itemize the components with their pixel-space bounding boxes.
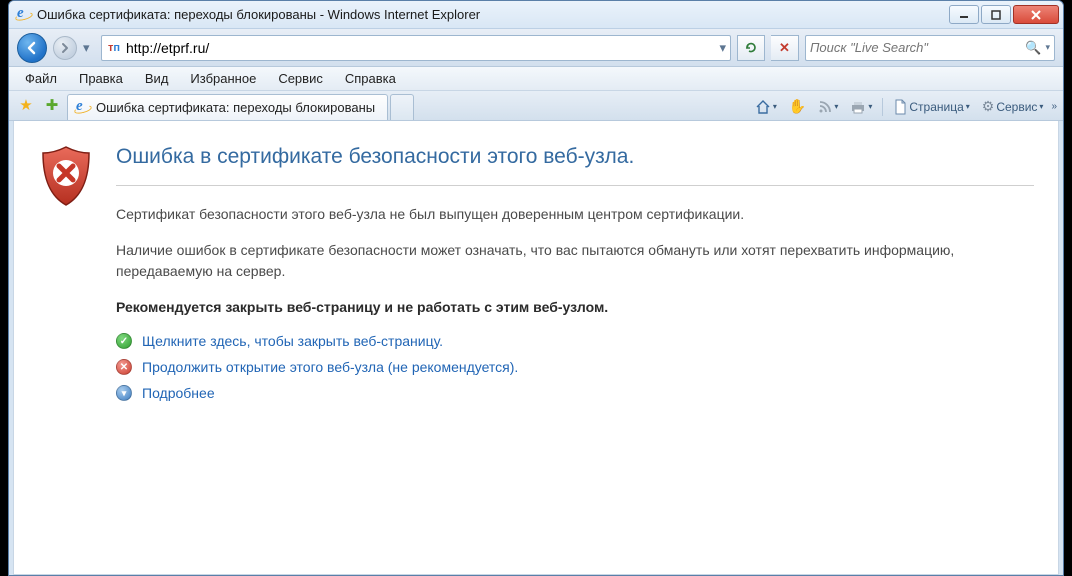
menu-favorites[interactable]: Избранное — [180, 69, 266, 88]
close-page-action: ✓ Щелкните здесь, чтобы закрыть веб-стра… — [116, 333, 1034, 349]
browser-tab[interactable]: Ошибка сертификата: переходы блокированы — [67, 94, 388, 120]
shield-error-icon — [38, 145, 94, 207]
menu-help[interactable]: Справка — [335, 69, 406, 88]
menu-bar: Файл Правка Вид Избранное Сервис Справка — [9, 67, 1063, 91]
url-input[interactable] — [126, 40, 715, 56]
hand-tool-button[interactable]: ✋ — [785, 96, 810, 117]
divider — [116, 185, 1034, 186]
tools-menu[interactable]: ⚙ Сервис ▾ — [978, 96, 1048, 117]
gear-icon: ⚙ — [982, 98, 995, 115]
search-box: 🔍 ▾ — [805, 35, 1055, 61]
more-info-link[interactable]: Подробнее — [142, 385, 215, 401]
arrow-left-icon — [25, 41, 39, 55]
window-buttons — [949, 5, 1059, 24]
error-line-1: Сертификат безопасности этого веб-узла н… — [116, 204, 1034, 224]
menu-view[interactable]: Вид — [135, 69, 179, 88]
back-button[interactable] — [17, 33, 47, 63]
favorites-center-button[interactable]: ★ — [15, 94, 37, 116]
add-favorite-button[interactable]: ✚ — [41, 94, 63, 116]
refresh-icon — [744, 41, 758, 55]
refresh-button[interactable] — [737, 35, 765, 61]
search-input[interactable] — [810, 40, 1021, 55]
printer-icon — [850, 100, 866, 114]
maximize-icon — [991, 10, 1001, 20]
new-tab-button[interactable] — [390, 94, 414, 120]
window-title: Ошибка сертификата: переходы блокированы… — [37, 7, 949, 22]
page-menu[interactable]: Страница ▾ — [889, 97, 973, 117]
tab-title: Ошибка сертификата: переходы блокированы — [96, 100, 375, 115]
navigation-bar: ▾ тп ▾ ✕ 🔍 ▾ — [9, 29, 1063, 67]
forward-button[interactable] — [53, 36, 77, 60]
print-button[interactable]: ▾ — [846, 98, 876, 116]
chevron-down-icon: ▾ — [116, 385, 132, 401]
command-bar: ▾ ✋ ▾ ▾ Страница ▾ ⚙ Сервис ▾ — [751, 96, 1057, 117]
more-info-action: ▾ Подробнее — [116, 385, 1034, 401]
command-bar-overflow[interactable]: » — [1051, 101, 1057, 112]
error-body: Ошибка в сертификате безопасности этого … — [116, 145, 1034, 411]
continue-link[interactable]: Продолжить открытие этого веб-узла (не р… — [142, 359, 518, 375]
warning-x-icon: ✕ — [116, 359, 132, 375]
search-icon[interactable]: 🔍 — [1021, 40, 1045, 56]
minimize-button[interactable] — [949, 5, 979, 24]
ie-window: Ошибка сертификата: переходы блокированы… — [8, 0, 1064, 576]
ie-icon — [15, 7, 31, 23]
rss-icon — [818, 100, 832, 114]
minimize-icon — [959, 10, 969, 20]
title-bar: Ошибка сертификата: переходы блокированы… — [9, 1, 1063, 29]
home-icon — [755, 99, 771, 115]
separator — [882, 98, 883, 116]
page-icon — [893, 99, 907, 115]
checkmark-icon: ✓ — [116, 333, 132, 349]
tab-favicon — [74, 100, 90, 116]
feeds-button[interactable]: ▾ — [814, 98, 842, 116]
arrow-right-icon — [59, 42, 71, 54]
search-dropdown-icon[interactable]: ▾ — [1045, 42, 1050, 53]
continue-action: ✕ Продолжить открытие этого веб-узла (не… — [116, 359, 1034, 375]
content-area: Ошибка в сертификате безопасности этого … — [13, 121, 1059, 575]
maximize-button[interactable] — [981, 5, 1011, 24]
close-icon — [1030, 9, 1042, 21]
menu-file[interactable]: Файл — [15, 69, 67, 88]
menu-tools[interactable]: Сервис — [268, 69, 333, 88]
error-recommendation: Рекомендуется закрыть веб-страницу и не … — [116, 297, 1034, 317]
error-heading: Ошибка в сертификате безопасности этого … — [116, 145, 1034, 169]
close-page-link[interactable]: Щелкните здесь, чтобы закрыть веб-страни… — [142, 333, 443, 349]
nav-history-dropdown[interactable]: ▾ — [83, 40, 95, 56]
address-dropdown-icon[interactable]: ▾ — [719, 40, 726, 56]
page-menu-label: Страница — [909, 100, 963, 114]
address-bar: тп ▾ — [101, 35, 731, 61]
home-button[interactable]: ▾ — [751, 97, 781, 117]
cert-error-page: Ошибка в сертификате безопасности этого … — [14, 121, 1058, 574]
site-favicon: тп — [106, 40, 122, 56]
hand-icon: ✋ — [789, 98, 806, 115]
tools-menu-label: Сервис — [996, 100, 1037, 114]
stop-button[interactable]: ✕ — [771, 35, 799, 61]
menu-edit[interactable]: Правка — [69, 69, 133, 88]
close-button[interactable] — [1013, 5, 1059, 24]
tab-row: ★ ✚ Ошибка сертификата: переходы блокиро… — [9, 91, 1063, 121]
error-line-2: Наличие ошибок в сертификате безопасност… — [116, 240, 1034, 281]
